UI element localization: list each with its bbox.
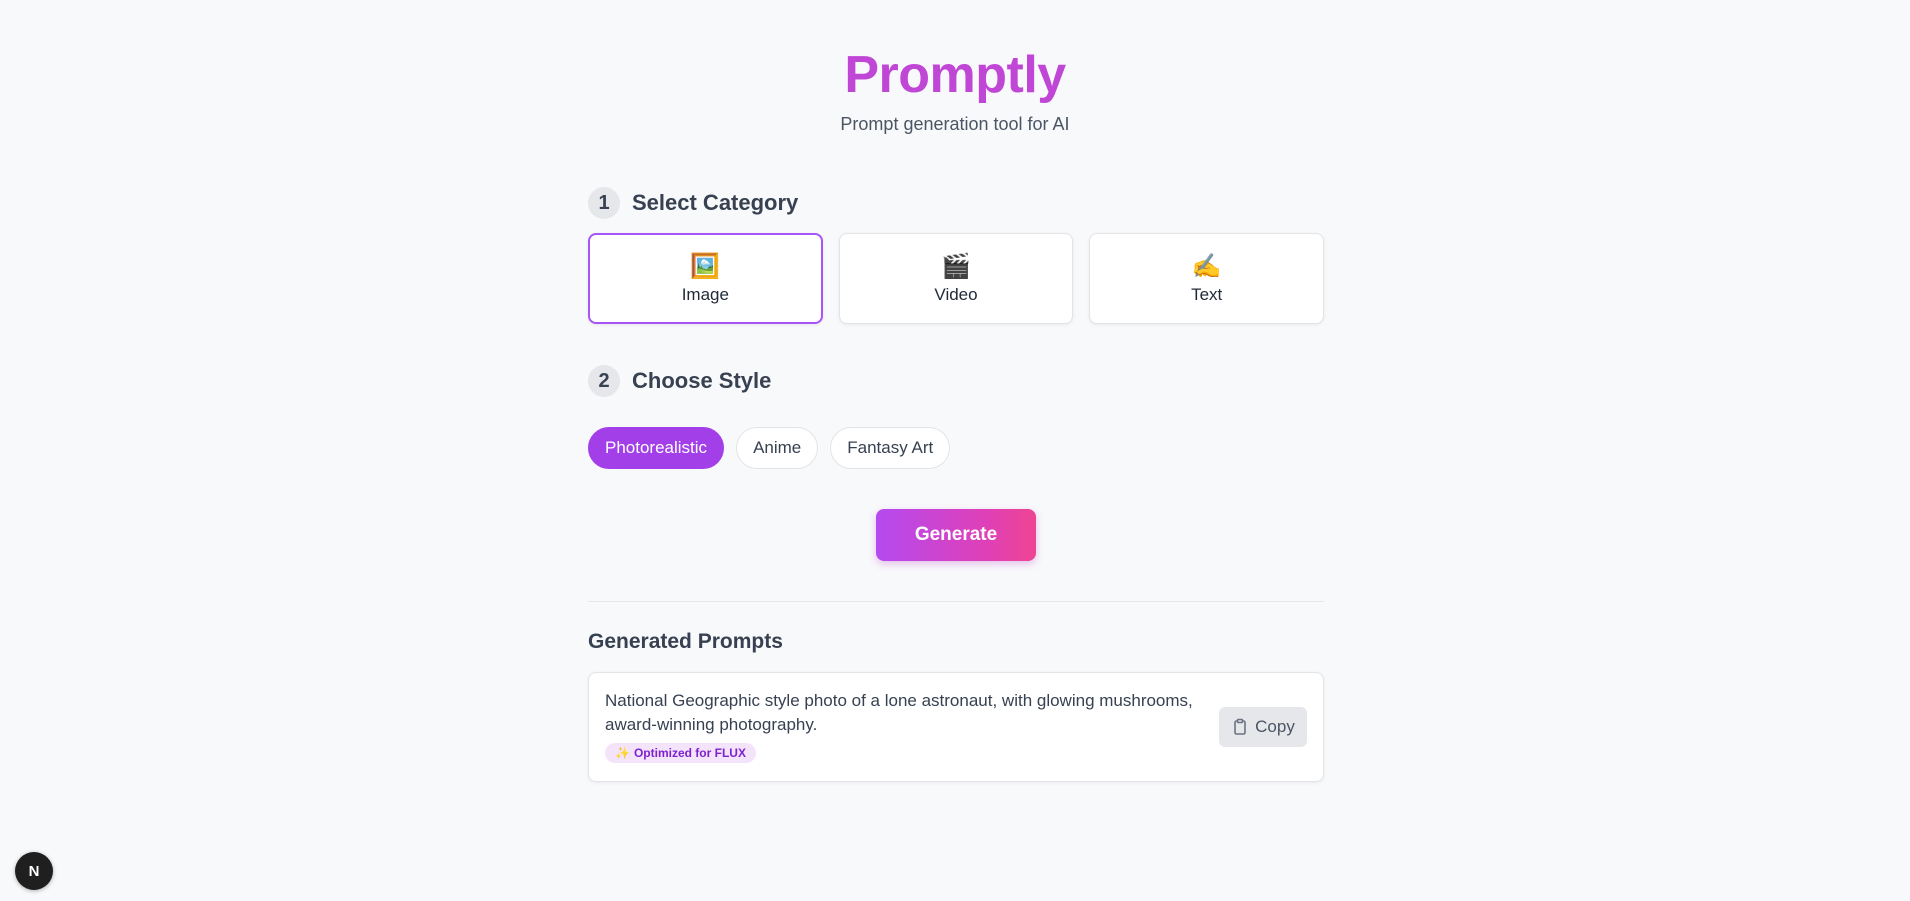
app-title: Promptly [844, 46, 1066, 104]
copy-button[interactable]: Copy [1219, 707, 1307, 747]
prompt-card: National Geographic style photo of a lon… [588, 672, 1324, 782]
main-content: 1 Select Category 🖼️ Image 🎬 Video ✍️ Te… [588, 186, 1325, 782]
step-number: 1 [588, 187, 620, 219]
category-label: Image [681, 284, 729, 304]
header: Promptly Prompt generation tool for AI [0, 0, 1910, 136]
category-card-image[interactable]: 🖼️ Image [588, 233, 823, 324]
step2-section: 2 Choose Style Photorealistic Anime Fant… [588, 364, 1324, 469]
results-title: Generated Prompts [588, 630, 783, 653]
page: Promptly Prompt generation tool for AI 1… [0, 0, 1910, 901]
step-number: 2 [588, 365, 620, 397]
clapper-board-icon: 🎬 [941, 252, 971, 280]
generate-button[interactable]: Generate [876, 509, 1036, 561]
category-card-video[interactable]: 🎬 Video [838, 233, 1074, 324]
section-title: Select Category [632, 190, 799, 215]
category-card-text[interactable]: ✍️ Text [1089, 233, 1325, 324]
prompt-text: National Geographic style photo of a lon… [605, 691, 1193, 734]
optimized-badge: ✨ Optimized for FLUX [605, 743, 756, 763]
section-title: Choose Style [632, 368, 772, 393]
sparkles-icon: ✨ [615, 746, 630, 760]
framed-picture-icon: 🖼️ [690, 252, 721, 280]
style-pill-fantasy-art[interactable]: Fantasy Art [830, 427, 951, 469]
generate-wrapper: Generate [588, 509, 1324, 561]
dev-tools-badge[interactable]: N [15, 852, 53, 890]
step2-header: 2 Choose Style [588, 364, 1324, 398]
step1-header: 1 Select Category [588, 186, 1324, 220]
clipboard-icon [1231, 718, 1249, 736]
badge-label: Optimized for FLUX [633, 746, 746, 760]
app-subtitle: Prompt generation tool for AI [840, 114, 1070, 134]
style-pill-photorealistic[interactable]: Photorealistic [588, 427, 725, 469]
category-options: 🖼️ Image 🎬 Video ✍️ Text [588, 233, 1325, 324]
divider [588, 601, 1324, 602]
category-label: Video [934, 284, 978, 304]
writing-hand-icon: ✍️ [1191, 252, 1222, 280]
style-pill-anime[interactable]: Anime [736, 427, 819, 469]
category-label: Text [1191, 284, 1223, 304]
style-options: Photorealistic Anime Fantasy Art [588, 427, 1324, 469]
copy-label: Copy [1255, 717, 1295, 736]
